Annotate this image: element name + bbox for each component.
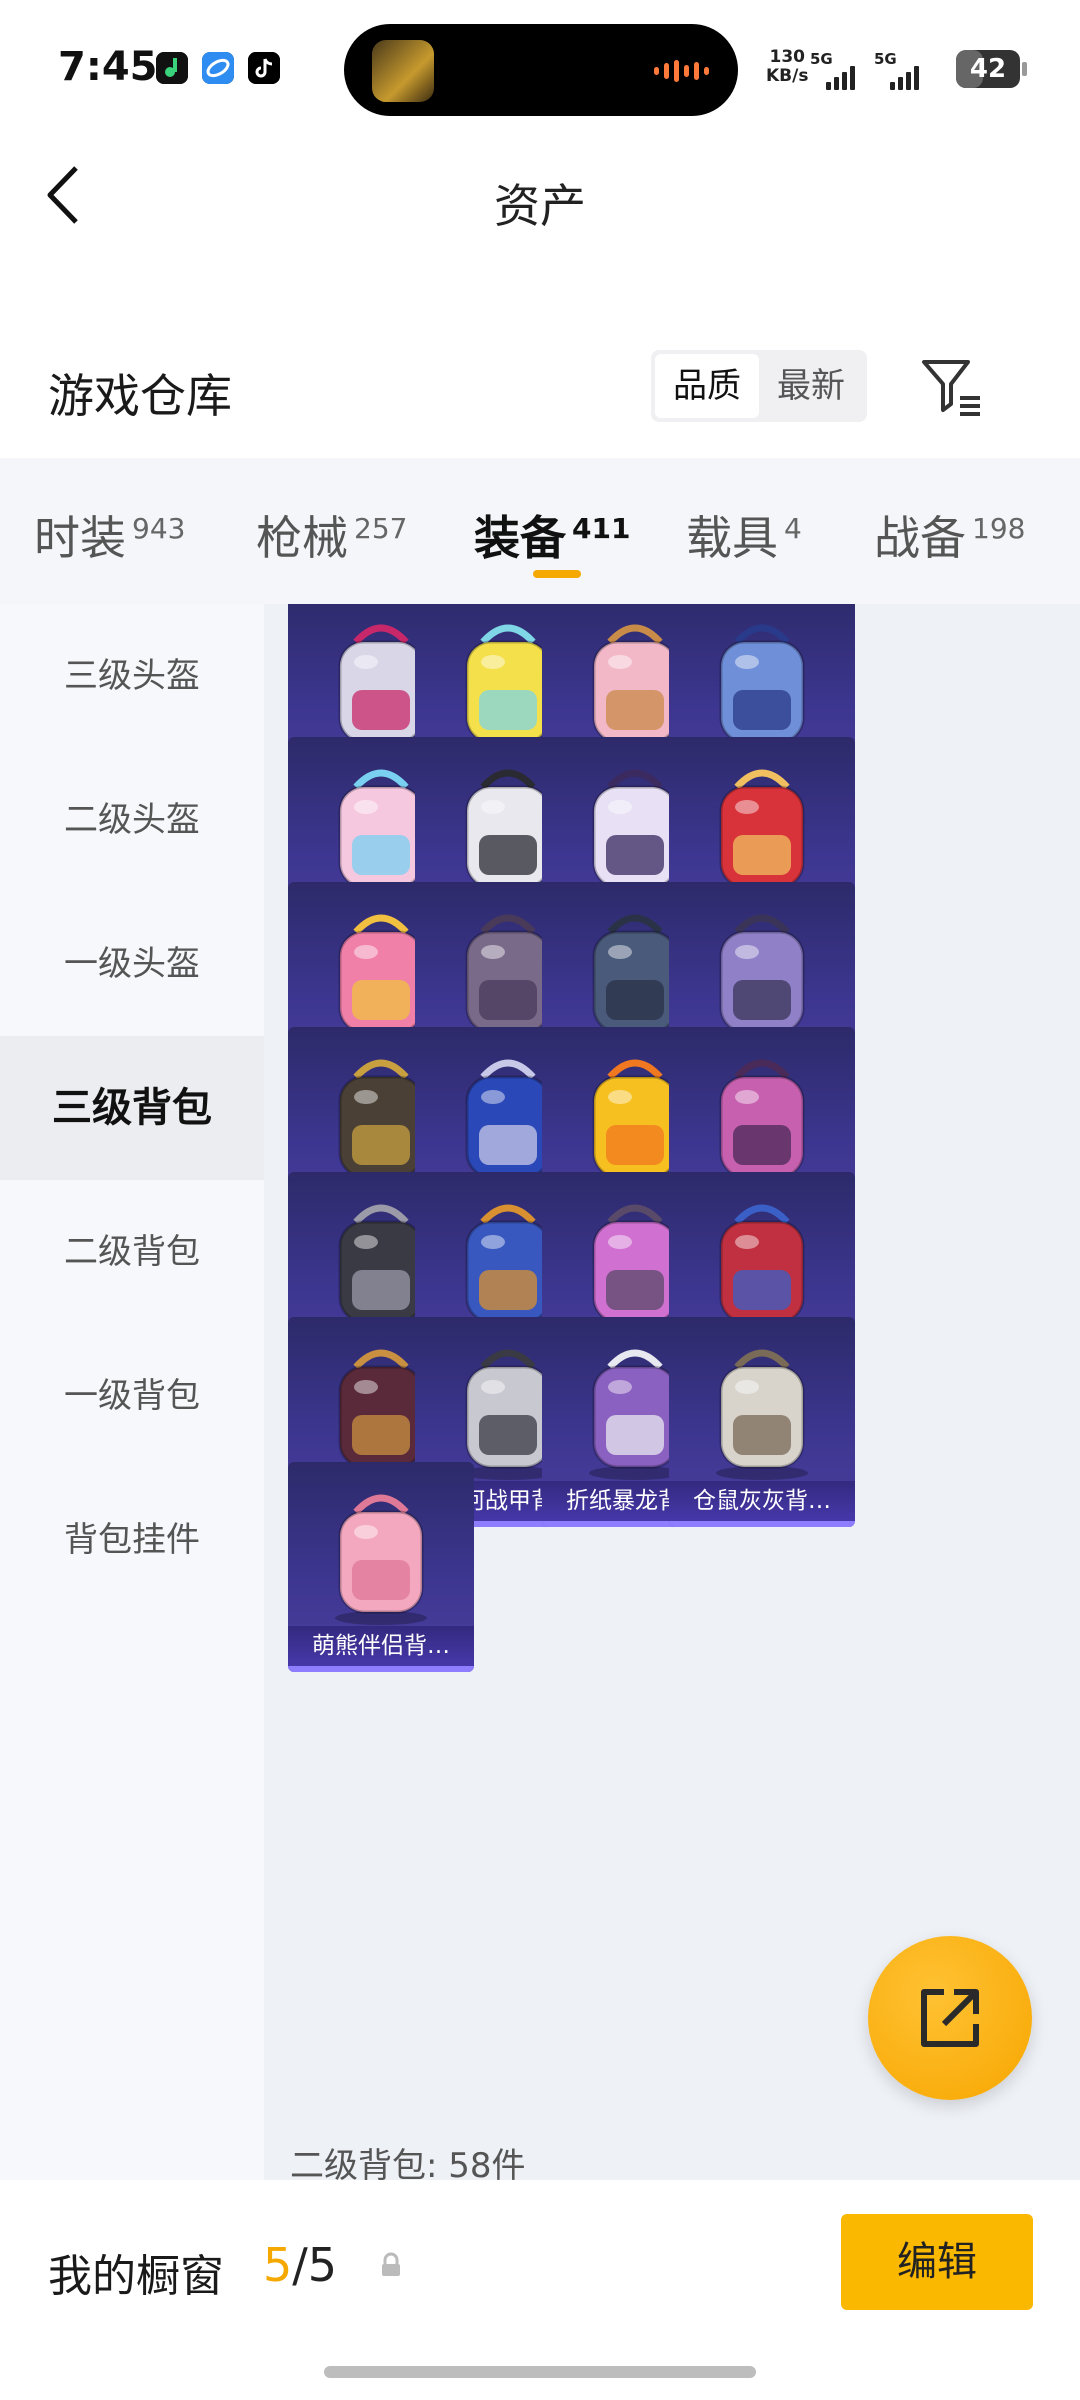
home-indicator[interactable] (324, 2366, 756, 2378)
screen: { "status_bar": { "time": "7:45", "netsp… (0, 0, 1080, 2400)
rarity-bar (669, 1521, 855, 1527)
tab-equipment[interactable]: 装备 411 (474, 502, 630, 568)
signal-1-icon: 5G (810, 50, 855, 90)
active-tab-indicator (533, 570, 581, 578)
tiktok-app-icon (248, 52, 280, 84)
tab-vehicles[interactable]: 载具 4 (686, 502, 802, 568)
showcase-count: 5/5 (263, 2238, 338, 2292)
sidebar-item-backpack-lv3[interactable]: 三级背包 (0, 1036, 264, 1180)
battery-tip (1022, 62, 1027, 76)
backpack-icon (716, 914, 808, 1045)
sidebar-item-backpack-charm[interactable]: 背包挂件 (0, 1468, 264, 1612)
sidebar-item-helmet-lv2[interactable]: 二级头盔 (0, 748, 264, 892)
sidebar-item-backpack-lv1[interactable]: 一级背包 (0, 1324, 264, 1468)
backpack-icon (716, 1204, 808, 1335)
sort-quality-button[interactable]: 品质 (655, 354, 759, 418)
sidebar-item-backpack-lv2[interactable]: 二级背包 (0, 1180, 264, 1324)
backpack-icon (716, 1059, 808, 1190)
music-app-icon (156, 52, 188, 84)
sidebar-item-helmet-lv3[interactable]: 三级头盔 (0, 604, 264, 748)
net-speed: 130 KB/s (766, 47, 809, 86)
warehouse-title: 游戏仓库 (48, 369, 232, 423)
share-button[interactable] (868, 1936, 1032, 2100)
lock-icon (378, 2252, 404, 2278)
filter-button[interactable] (918, 352, 988, 422)
item-name: 仓鼠灰灰背… (669, 1481, 855, 1521)
tab-fashion[interactable]: 时装 943 (34, 502, 185, 568)
tab-weapons[interactable]: 枪械 257 (256, 502, 407, 568)
item-name: 萌熊伴侣背… (288, 1626, 474, 1666)
showcase-title: 我的橱窗 (48, 2251, 224, 2302)
page-title: 资产 (494, 179, 586, 233)
subcategory-sidebar: 三级头盔 二级头盔 一级头盔 三级背包 二级背包 一级背包 背包挂件 (0, 604, 264, 2180)
sidebar-item-helmet-lv1[interactable]: 一级头盔 (0, 892, 264, 1036)
game-app-icon[interactable] (372, 40, 434, 102)
filter-icon (922, 360, 980, 416)
tab-supplies[interactable]: 战备 198 (874, 502, 1025, 568)
browser-app-icon (202, 52, 234, 84)
backpack-icon (335, 1494, 427, 1625)
item-card[interactable]: 仓鼠灰灰背… (669, 1317, 855, 1527)
sort-newest-button[interactable]: 最新 (759, 354, 863, 418)
sort-toggle: 品质 最新 (651, 350, 867, 422)
status-bar: 7:45 130 KB/s 5G 5G 42 (0, 0, 1080, 130)
rarity-bar (288, 1666, 474, 1672)
battery-icon: 42 (956, 50, 1020, 88)
status-time: 7:45 (58, 44, 158, 90)
audio-wave-icon (654, 60, 712, 82)
edit-button[interactable]: 编辑 (841, 2214, 1033, 2310)
signal-2-icon: 5G (874, 50, 919, 90)
item-card[interactable]: 萌熊伴侣背… (288, 1462, 474, 1672)
share-external-icon (921, 1989, 979, 2047)
backpack-icon (716, 624, 808, 755)
backpack-icon (716, 1349, 808, 1480)
backpack-icon (716, 769, 808, 900)
